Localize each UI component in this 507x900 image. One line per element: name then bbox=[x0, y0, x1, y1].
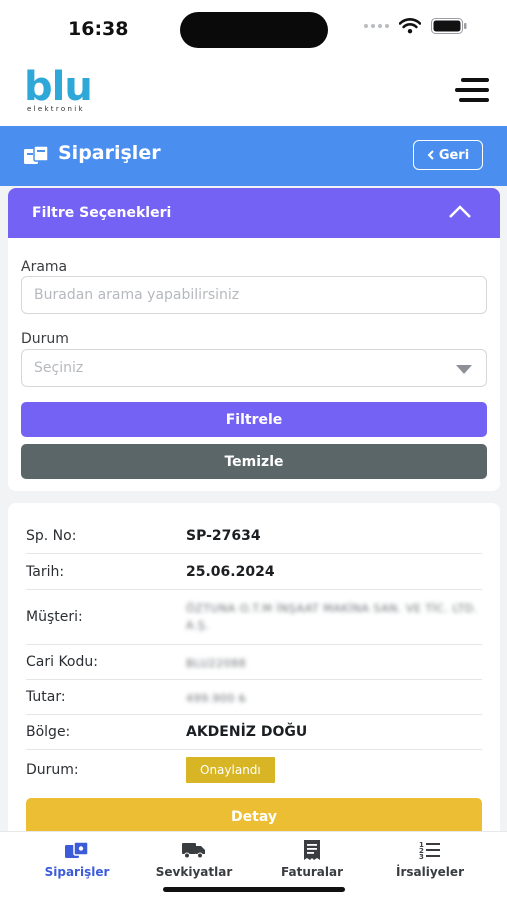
account-code-label: Cari Kodu: bbox=[26, 654, 98, 670]
hamburger-menu-icon[interactable] bbox=[453, 78, 489, 104]
back-button-label: Geri bbox=[438, 147, 470, 163]
truck-icon bbox=[182, 843, 205, 859]
region-label: Bölge: bbox=[26, 724, 71, 740]
order-date-value: 25.06.2024 bbox=[186, 564, 275, 580]
orders-icon bbox=[65, 841, 89, 858]
tab-label: Siparişler bbox=[44, 865, 110, 879]
status-icons bbox=[364, 18, 467, 34]
customer-label: Müşteri: bbox=[26, 609, 83, 625]
tab-sevkiyatlar[interactable]: Sevkiyatlar bbox=[139, 840, 249, 879]
filter-panel-header[interactable]: Filtre Seçenekleri bbox=[8, 188, 500, 238]
order-row-customer: Müşteri: ÖZTUNA O.T.M İNŞAAT MAKİNA SAN.… bbox=[26, 590, 482, 645]
search-input[interactable]: Buradan arama yapabilirsiniz bbox=[21, 276, 487, 314]
battery-icon bbox=[431, 18, 467, 34]
status-bar: 16:38 bbox=[0, 0, 507, 58]
order-row-number: Sp. No: SP-27634 bbox=[26, 519, 482, 554]
orders-icon bbox=[24, 145, 49, 164]
status-row-label: Durum: bbox=[26, 762, 79, 778]
amount-value: 499.900 ₺ bbox=[186, 692, 247, 705]
order-date-label: Tarih: bbox=[26, 564, 65, 580]
cellular-signal-icon bbox=[364, 24, 389, 28]
tab-label: İrsaliyeler bbox=[396, 865, 464, 879]
status-select-value: Seçiniz bbox=[34, 360, 84, 376]
status-time: 16:38 bbox=[68, 18, 129, 40]
tab-irsaliyeler[interactable]: 1 2 3 İrsaliyeler bbox=[375, 840, 485, 879]
order-number-value: SP-27634 bbox=[186, 528, 261, 544]
home-indicator bbox=[163, 887, 345, 892]
tab-label: Faturalar bbox=[280, 865, 343, 879]
order-row-region: Bölge: AKDENİZ DOĞU bbox=[26, 715, 482, 750]
wifi-icon bbox=[399, 18, 421, 34]
back-button[interactable]: Geri bbox=[413, 140, 483, 170]
status-badge: Onaylandı bbox=[186, 757, 275, 783]
filter-panel: Filtre Seçenekleri Arama Buradan arama y… bbox=[8, 188, 500, 491]
app-header: blu elektronik bbox=[0, 58, 507, 126]
order-card: Sp. No: SP-27634 Tarih: 25.06.2024 Müşte… bbox=[8, 503, 500, 843]
numbered-list-icon: 1 2 3 bbox=[419, 841, 440, 860]
brand-logo[interactable]: blu elektronik bbox=[24, 64, 93, 113]
caret-down-icon bbox=[456, 365, 472, 374]
chevron-up-icon[interactable] bbox=[448, 204, 472, 220]
tab-siparisler[interactable]: Siparişler bbox=[22, 840, 132, 879]
logo-subtext: elektronik bbox=[27, 105, 85, 113]
bottom-tab-bar: Siparişler Sevkiyatlar Faturalar 1 2 3 İ… bbox=[0, 831, 507, 900]
order-row-amount: Tutar: 499.900 ₺ bbox=[26, 680, 482, 715]
page-title-bar: Siparişler Geri bbox=[0, 126, 507, 186]
page-title: Siparişler bbox=[58, 142, 161, 164]
order-row-account-code: Cari Kodu: BLU22088 bbox=[26, 645, 482, 680]
tab-label: Sevkiyatlar bbox=[155, 865, 233, 879]
filter-panel-title: Filtre Seçenekleri bbox=[32, 205, 172, 221]
customer-value: ÖZTUNA O.T.M İNŞAAT MAKİNA SAN. VE TİC. … bbox=[186, 602, 478, 632]
amount-label: Tutar: bbox=[26, 689, 66, 705]
status-select[interactable]: Seçiniz bbox=[21, 349, 487, 387]
filter-button[interactable]: Filtrele bbox=[21, 402, 487, 437]
order-number-label: Sp. No: bbox=[26, 528, 77, 544]
svg-text:3: 3 bbox=[419, 853, 424, 860]
search-placeholder: Buradan arama yapabilirsiniz bbox=[34, 287, 240, 303]
logo-text: blu bbox=[24, 64, 93, 110]
status-label: Durum bbox=[21, 331, 69, 347]
chevron-left-icon bbox=[427, 150, 434, 160]
order-row-date: Tarih: 25.06.2024 bbox=[26, 554, 482, 590]
search-label: Arama bbox=[21, 259, 68, 275]
receipt-icon bbox=[304, 840, 320, 860]
region-value: AKDENİZ DOĞU bbox=[186, 724, 308, 740]
dynamic-island bbox=[180, 12, 328, 48]
account-code-value: BLU22088 bbox=[186, 657, 247, 670]
clear-button[interactable]: Temizle bbox=[21, 444, 487, 479]
tab-faturalar[interactable]: Faturalar bbox=[257, 840, 367, 879]
